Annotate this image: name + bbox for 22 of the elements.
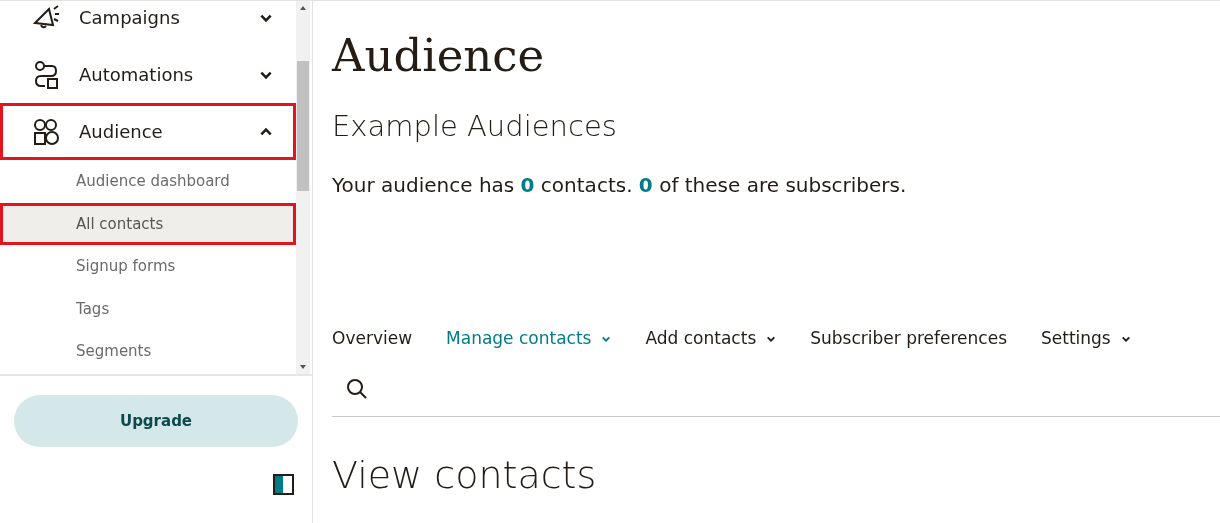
sidebar-item[interactable]: Campaigns	[0, 1, 296, 46]
nav-tab[interactable]: Subscriber preferences	[810, 325, 1007, 352]
sidebar-item[interactable]: Audience	[0, 103, 296, 160]
nav-tab[interactable]: Manage contacts	[446, 325, 612, 352]
sidebar-toggle-icon[interactable]	[273, 474, 294, 495]
upgrade-button[interactable]: Upgrade	[14, 395, 298, 447]
sidebar-subitem[interactable]: Segments	[0, 330, 296, 373]
audience-name: Example Audiences	[332, 109, 618, 144]
nav-tab[interactable]: Overview	[332, 325, 413, 352]
page-title: Audience	[332, 29, 546, 83]
sidebar-item[interactable]: Automations	[0, 46, 296, 103]
scrollbar[interactable]	[296, 1, 310, 374]
people-icon	[31, 116, 61, 147]
audience-summary: Your audience has 0 contacts. 0 of these are subscribers.	[332, 171, 908, 199]
sidebar-subitem[interactable]: Audience dashboard	[0, 160, 296, 203]
nav-tab[interactable]: Settings	[1041, 325, 1131, 352]
nav-tab[interactable]: Add contacts	[645, 325, 777, 352]
sidebar-subitem[interactable]: Signup forms	[0, 245, 296, 288]
search-icon[interactable]	[346, 377, 368, 400]
sidebar-subitem[interactable]: All contacts	[0, 202, 296, 245]
sidebar-subitem[interactable]: Tags	[0, 287, 296, 330]
section-title: View contacts	[332, 453, 598, 499]
